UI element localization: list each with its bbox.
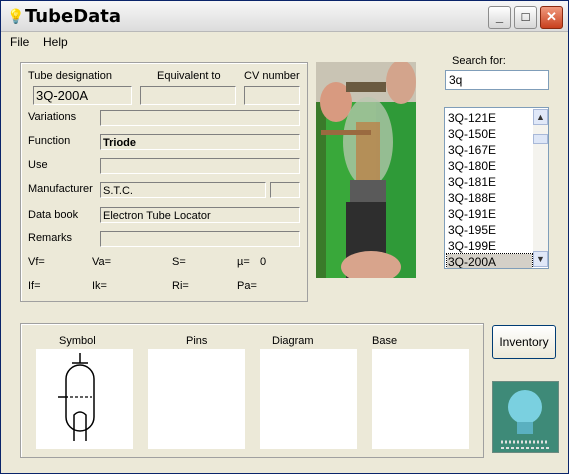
scroll-down-button[interactable]: ▼: [533, 251, 548, 267]
title-bar[interactable]: 💡 TubeData _ □ ✕: [1, 1, 568, 32]
list-item[interactable]: 3Q-181E: [447, 174, 532, 190]
chevron-up-icon: ▲: [536, 112, 545, 122]
if-label: If=: [28, 280, 41, 292]
scroll-up-button[interactable]: ▲: [533, 109, 548, 125]
vf-label: Vf=: [28, 256, 45, 268]
ik-label: Ik=: [92, 280, 107, 292]
tube-results-list[interactable]: 3Q-121E 3Q-150E 3Q-167E 3Q-180E 3Q-181E …: [444, 107, 549, 269]
menu-help[interactable]: Help: [43, 35, 68, 49]
function-label: Function: [28, 135, 71, 147]
symbol-label: Symbol: [59, 335, 96, 347]
va-label: Va=: [92, 256, 112, 268]
remarks-label: Remarks: [28, 232, 73, 244]
list-item[interactable]: 3Q-188E: [447, 190, 532, 206]
use-label: Use: [28, 159, 48, 171]
manufacturer-label: Manufacturer: [28, 183, 93, 195]
tube-designation-field[interactable]: 3Q-200A: [33, 86, 132, 105]
cv-number-label: CV number: [244, 70, 300, 82]
inventory-button[interactable]: Inventory: [492, 325, 556, 359]
s-label: S=: [172, 256, 186, 268]
base-label: Base: [372, 335, 398, 347]
mu-value: 0: [260, 256, 267, 268]
inventory-image[interactable]: [492, 381, 559, 453]
list-item[interactable]: 3Q-150E: [447, 126, 532, 142]
data-book-label: Data book: [28, 209, 79, 221]
use-field[interactable]: [100, 158, 300, 174]
data-book-field[interactable]: Electron Tube Locator: [100, 207, 300, 223]
cv-number-field[interactable]: [244, 86, 300, 105]
scroll-thumb[interactable]: [533, 134, 548, 144]
close-button[interactable]: ✕: [540, 6, 563, 29]
list-item[interactable]: 3Q-195E: [447, 222, 532, 238]
manufacturer-field[interactable]: S.T.C.: [100, 182, 266, 198]
manufacturer-code-field[interactable]: [270, 182, 300, 198]
variations-label: Variations: [28, 111, 77, 123]
window-title: TubeData: [25, 6, 122, 27]
pins-label: Pins: [186, 335, 208, 347]
remarks-field[interactable]: [100, 231, 300, 247]
tube-designation-label: Tube designation: [28, 70, 112, 82]
equivalent-field[interactable]: [140, 86, 236, 105]
chevron-down-icon: ▼: [536, 254, 545, 264]
list-item-selected[interactable]: 3Q-200A: [446, 253, 533, 268]
minimize-button[interactable]: _: [488, 6, 511, 29]
pa-label: Pa=: [237, 280, 257, 292]
symbol-panel: [36, 349, 133, 449]
function-field[interactable]: Triode: [100, 134, 300, 150]
list-item[interactable]: 3Q-180E: [447, 158, 532, 174]
diagram-panel: [260, 349, 357, 449]
variations-field[interactable]: [100, 110, 300, 126]
pins-panel: [148, 349, 245, 449]
equivalent-label: Equivalent to: [157, 70, 221, 82]
tube-logo-icon: [493, 382, 558, 452]
menu-file[interactable]: File: [10, 35, 29, 49]
main-window: 💡 TubeData _ □ ✕ File Help Tube designat…: [0, 0, 569, 474]
search-input[interactable]: 3q: [445, 70, 549, 90]
triode-symbol-icon: [58, 353, 95, 441]
diagram-label: Diagram: [272, 335, 314, 347]
tube-photo-image: [316, 62, 416, 278]
list-item[interactable]: 3Q-167E: [447, 142, 532, 158]
close-icon: ✕: [546, 9, 557, 24]
base-panel: [372, 349, 469, 449]
ri-label: Ri=: [172, 280, 189, 292]
search-label: Search for:: [452, 55, 506, 67]
tube-photo: [316, 62, 416, 278]
minimize-icon: _: [495, 9, 504, 24]
list-item[interactable]: 3Q-191E: [447, 206, 532, 222]
list-scrollbar[interactable]: ▲ ▼: [533, 109, 548, 267]
list-item[interactable]: 3Q-199E: [447, 238, 532, 254]
menu-bar: File Help: [1, 32, 568, 52]
mu-label: µ=: [237, 256, 250, 268]
maximize-button[interactable]: □: [514, 6, 537, 29]
lightbulb-icon: 💡: [7, 8, 25, 24]
list-item[interactable]: 3Q-121E: [447, 110, 532, 126]
maximize-icon: □: [521, 9, 530, 24]
